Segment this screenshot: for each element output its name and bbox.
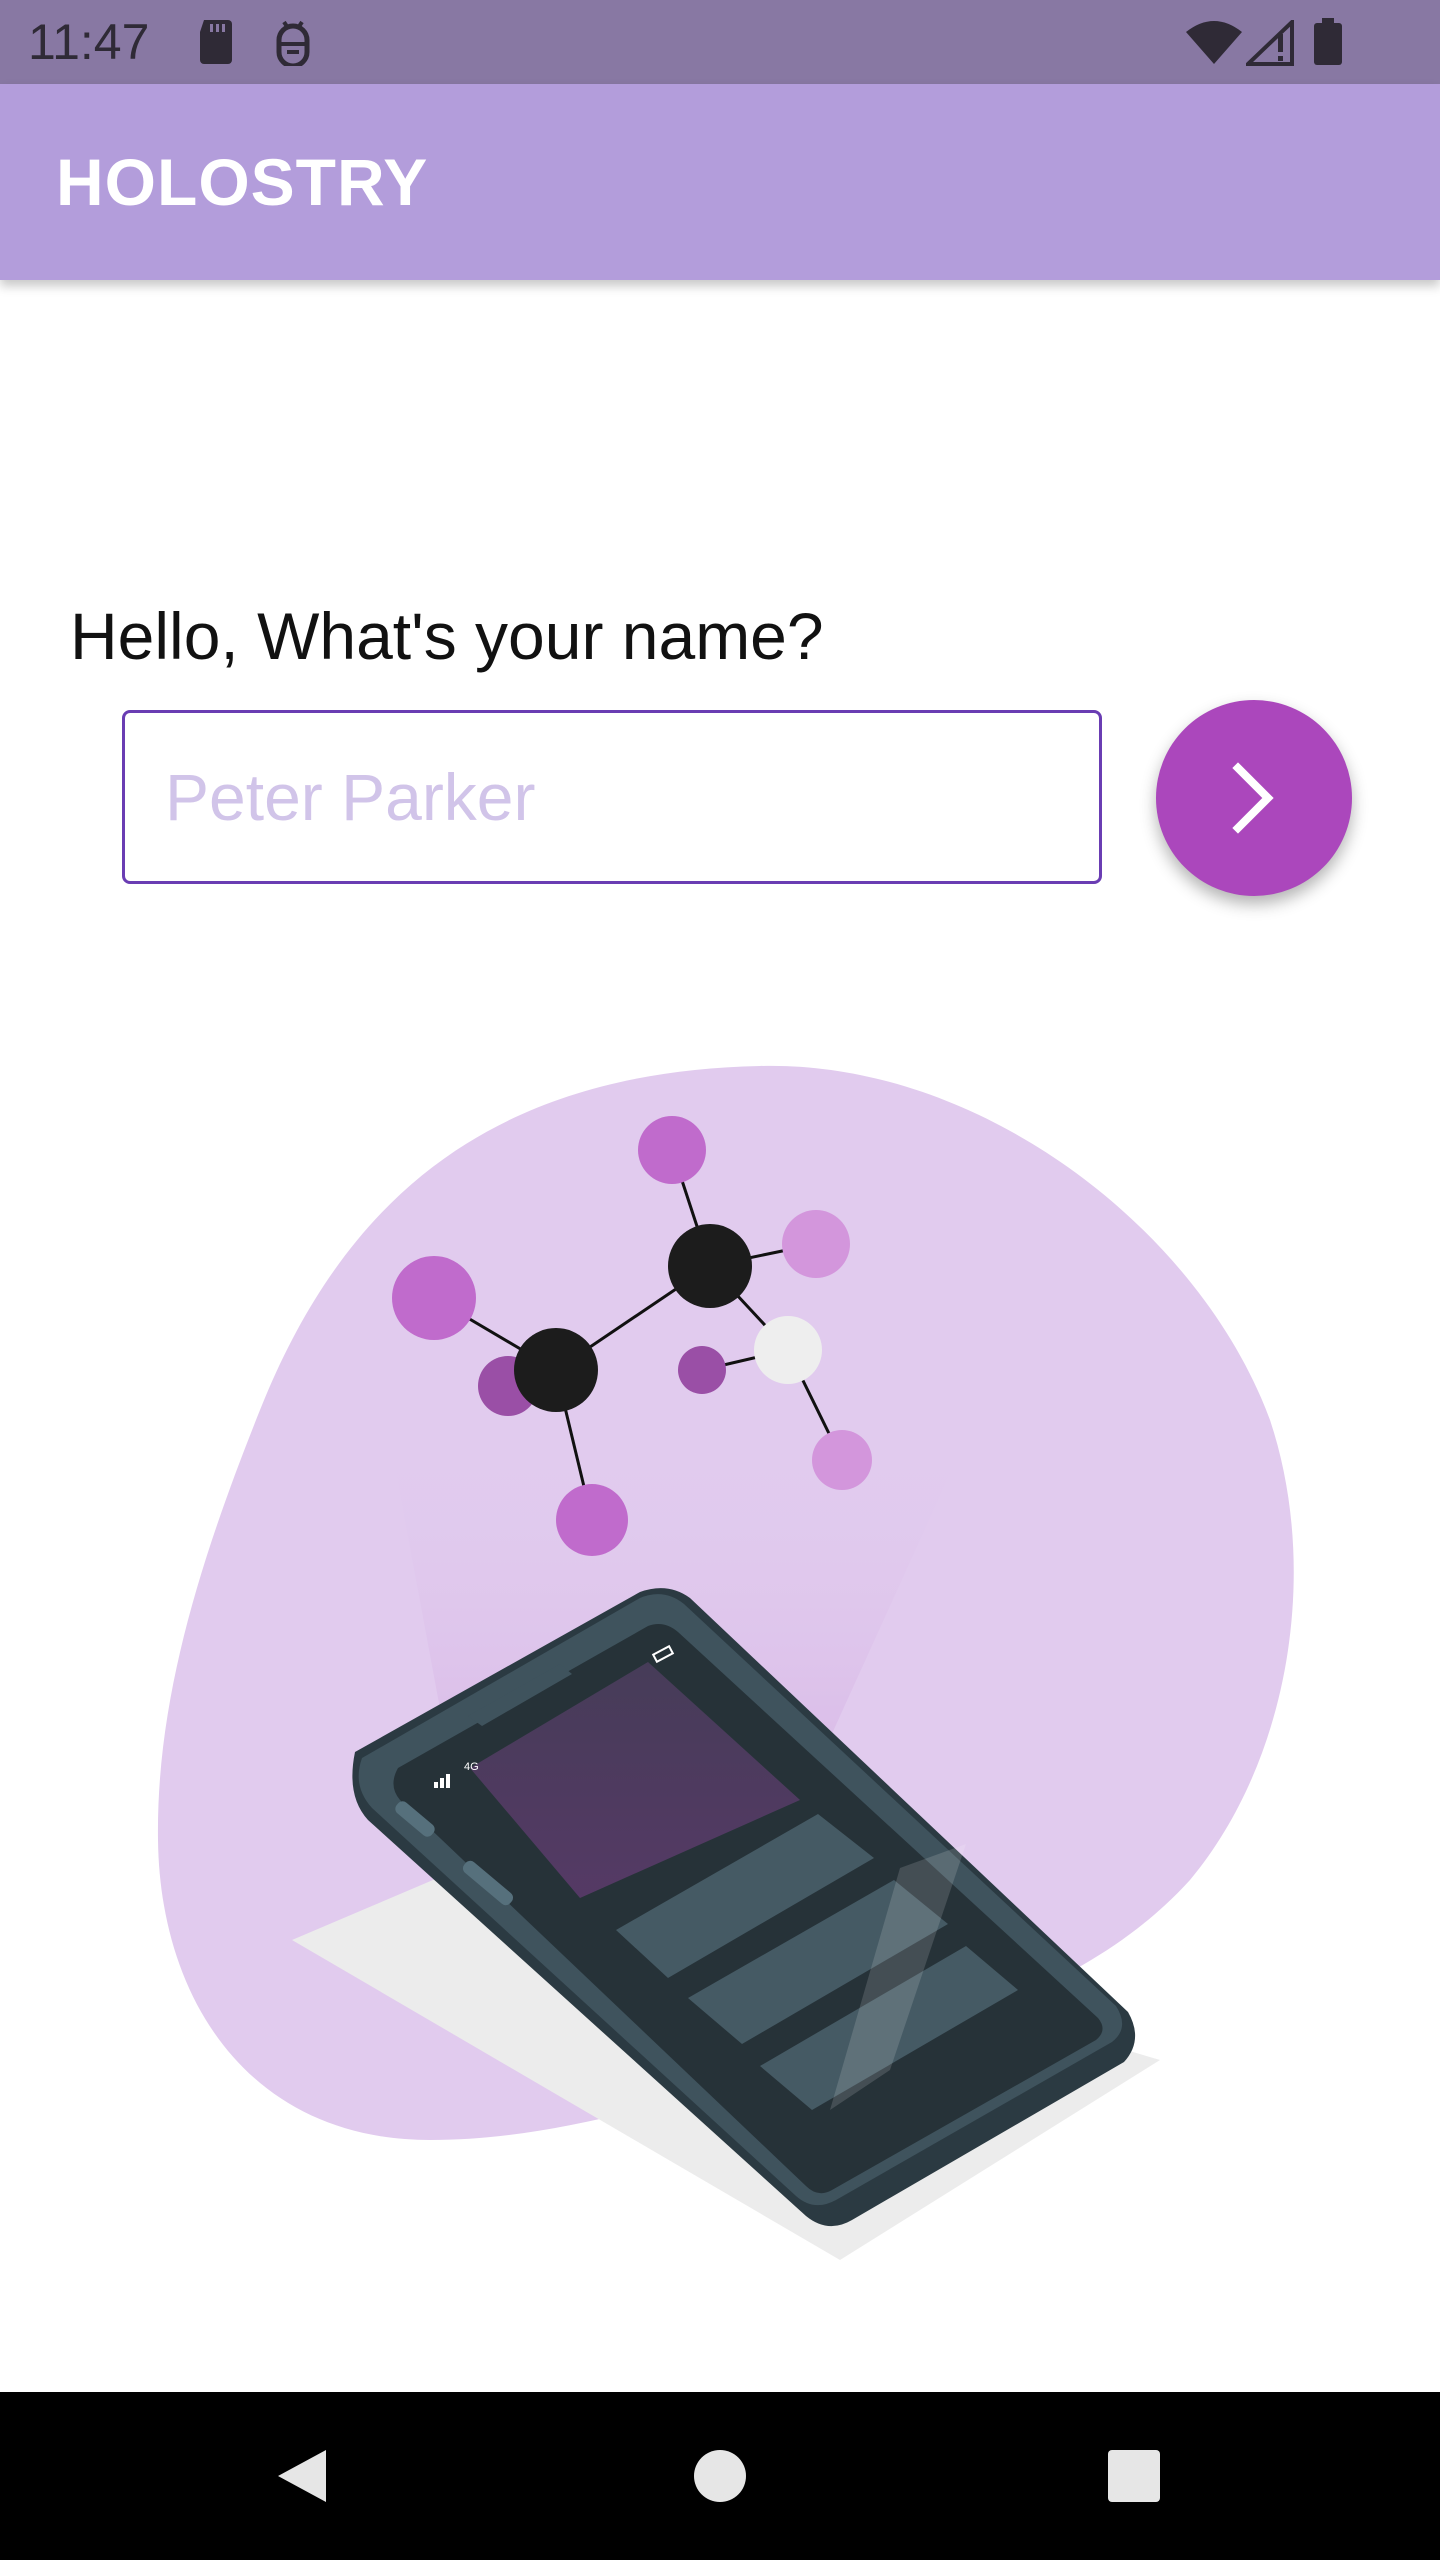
app-screen: 11:47 HOLOSTRY Hello, What's your name? … [0,0,1440,2560]
app-bar: HOLOSTRY [0,84,1440,280]
next-button[interactable] [1156,700,1352,896]
wifi-icon [1186,20,1242,71]
signal-icon [1243,17,1294,71]
molecule-phone-illustration: 4G [157,1065,1294,2260]
phone-network-label: 4G [464,1761,479,1773]
status-bar: 11:47 [0,0,1440,84]
navigation-bar [0,2392,1440,2560]
home-icon[interactable] [680,2436,760,2516]
app-title: HOLOSTRY [56,145,429,219]
recents-icon[interactable] [1094,2436,1174,2516]
chevron-right-icon [1232,762,1274,834]
battery-icon [1312,18,1344,71]
android-debug-icon [270,18,316,71]
back-icon[interactable] [262,2436,342,2516]
status-time: 11:47 [28,14,150,70]
sd-card-icon [196,18,236,71]
name-input[interactable] [122,710,1102,884]
name-prompt: Hello, What's your name? [70,599,824,673]
